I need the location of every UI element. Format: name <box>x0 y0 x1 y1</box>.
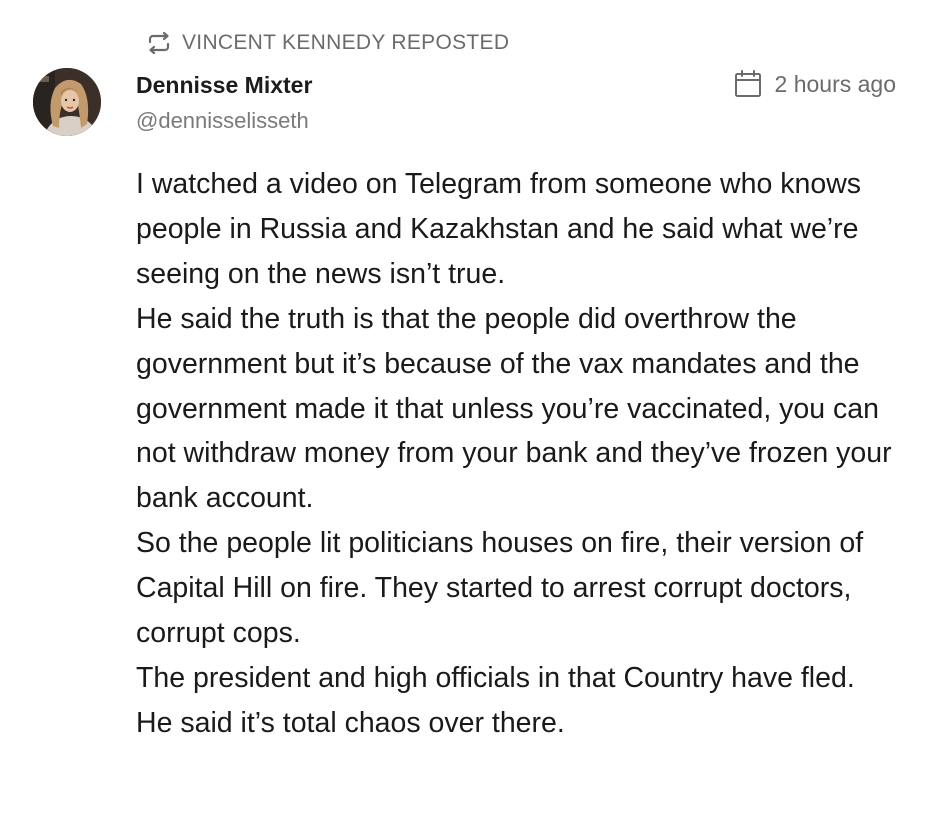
repost-label: VINCENT KENNEDY REPOSTED <box>182 31 510 54</box>
author-info: Dennisse Mixter @dennisselisseth <box>136 70 312 136</box>
post-paragraph: The president and high officials in that… <box>136 661 855 694</box>
repost-header[interactable]: VINCENT KENNEDY REPOSTED <box>146 29 509 57</box>
post-paragraph: He said it’s total chaos over there. <box>136 706 565 739</box>
calendar-icon <box>733 69 763 99</box>
author-name[interactable]: Dennisse Mixter <box>136 70 312 100</box>
post-paragraph: He said the truth is that the people did… <box>136 302 892 515</box>
author-handle[interactable]: @dennisselisseth <box>136 106 312 136</box>
post-paragraph: I watched a video on Telegram from someo… <box>136 168 862 290</box>
post-timestamp: 2 hours ago <box>733 68 896 100</box>
avatar[interactable] <box>33 68 101 136</box>
post-card: VINCENT KENNEDY REPOSTED Dennisse Mixter… <box>0 0 932 840</box>
post-body: I watched a video on Telegram from someo… <box>136 162 916 746</box>
repost-icon <box>146 32 172 54</box>
timestamp-text: 2 hours ago <box>774 70 896 97</box>
post-paragraph: So the people lit politicians houses on … <box>136 527 864 650</box>
